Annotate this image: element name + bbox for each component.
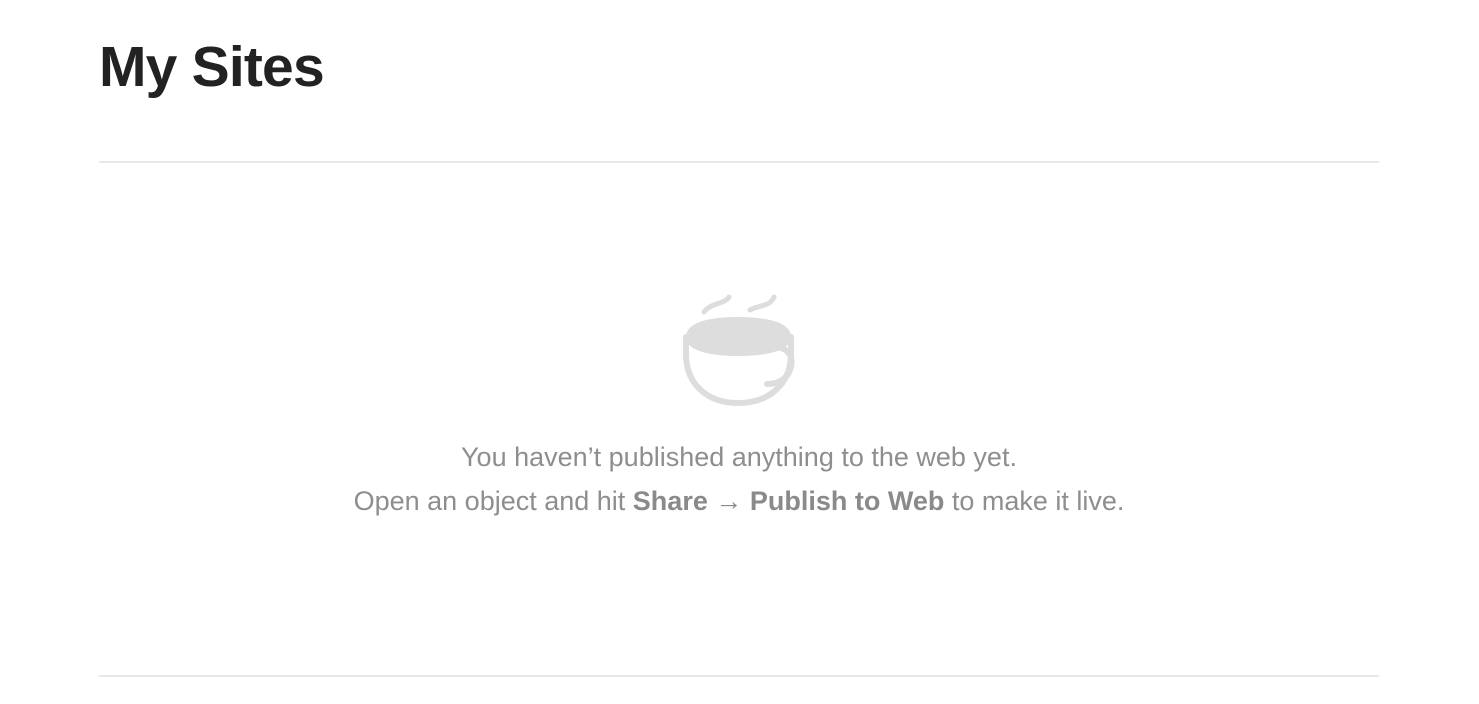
instruction-suffix: to make it live. — [944, 486, 1125, 516]
page-title: My Sites — [99, 35, 325, 99]
instruction-prefix: Open an object and hit — [353, 486, 633, 516]
coffee-cup-icon — [683, 294, 795, 407]
my-sites-page: My Sites You haven’t published anything … — [99, 0, 1379, 704]
empty-state-instructions: Open an object and hit Share → Publish t… — [99, 483, 1379, 519]
footer-divider — [99, 675, 1379, 677]
share-publish-action-label: Share → Publish to Web — [632, 486, 945, 516]
empty-state-message: You haven’t published anything to the we… — [461, 442, 1017, 472]
empty-state: You haven’t published anything to the we… — [99, 163, 1379, 675]
